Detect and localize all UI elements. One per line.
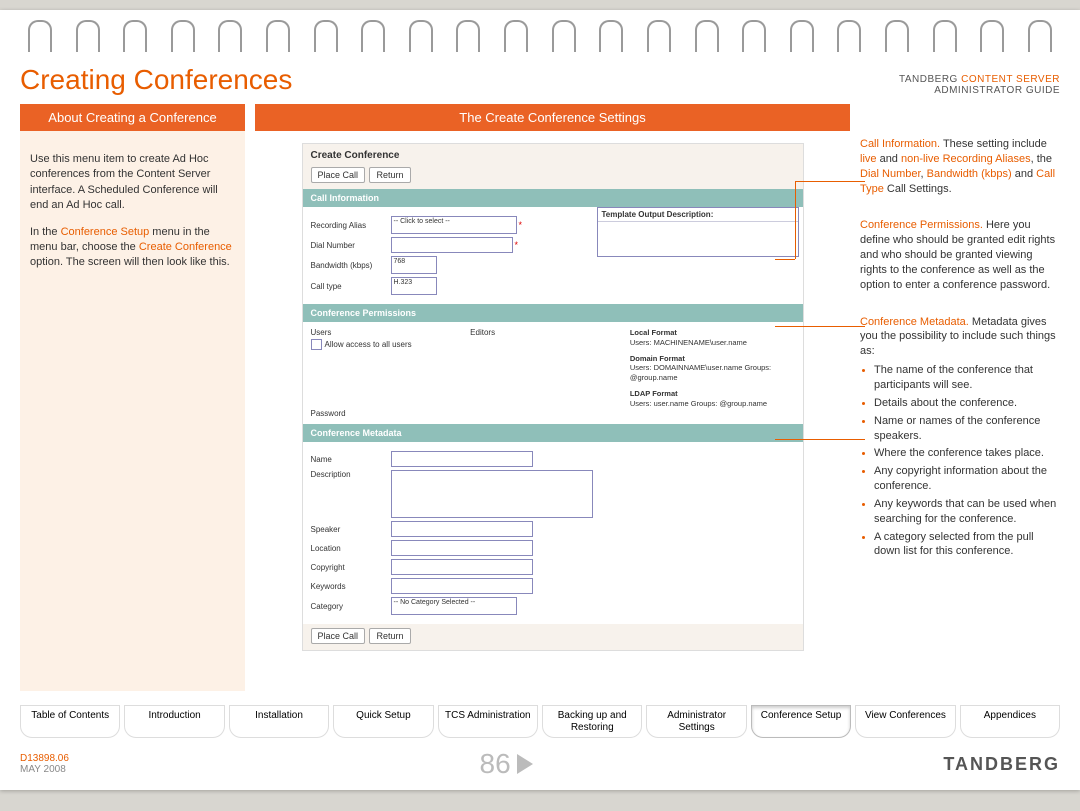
content-columns: About Creating a Conference Use this men… [20, 104, 1060, 691]
section-call-information: Call Information [303, 189, 803, 207]
callout-line [775, 259, 795, 260]
tab-admin-settings[interactable]: Administrator Settings [646, 705, 746, 738]
page: Creating Conferences TANDBERG CONTENT SE… [0, 10, 1080, 790]
button-row-top: Place Call Return [303, 163, 803, 189]
footer: D13898.06 MAY 2008 86 TANDBERG [20, 748, 1060, 780]
tab-quick-setup[interactable]: Quick Setup [333, 705, 433, 738]
screenshot: Create Conference Place Call Return Call… [302, 143, 804, 651]
callout-line [795, 181, 796, 259]
required-star-icon: * [519, 220, 523, 230]
place-call-button[interactable]: Place Call [311, 167, 366, 183]
bandwidth-select[interactable]: 768 [391, 256, 437, 274]
tab-installation[interactable]: Installation [229, 705, 329, 738]
return-button[interactable]: Return [369, 167, 410, 183]
list-item: Details about the conference. [874, 396, 1060, 411]
right-body: Call Information. These setting include … [860, 131, 1060, 559]
metadata-body: Name Description Speaker Location Copyri… [303, 442, 803, 624]
page-title: Creating Conferences [20, 64, 292, 96]
button-row-bottom: Place Call Return [303, 624, 803, 650]
brand-small: TANDBERG [899, 74, 958, 85]
section-conference-metadata: Conference Metadata [303, 424, 803, 442]
brand-accent: CONTENT SERVER [961, 74, 1060, 85]
return-button-bottom[interactable]: Return [369, 628, 410, 644]
center-column: The Create Conference Settings Create Co… [255, 104, 850, 691]
doc-info: D13898.06 MAY 2008 [20, 753, 69, 775]
left-heading: About Creating a Conference [20, 104, 245, 131]
tab-conference-setup[interactable]: Conference Setup [751, 705, 851, 738]
meta-category-select[interactable]: -- No Category Selected -- [391, 597, 517, 615]
header: Creating Conferences TANDBERG CONTENT SE… [20, 64, 1060, 96]
meta-copyright-input[interactable] [391, 559, 533, 575]
perm-users-col: Users Allow access to all users Password [311, 328, 461, 418]
spiral-binding [20, 20, 1060, 60]
list-item: The name of the conference that particip… [874, 363, 1060, 393]
right-column: . Call Information. These setting includ… [860, 104, 1060, 691]
checkbox-icon [311, 339, 322, 350]
meta-desc-input[interactable] [391, 470, 593, 518]
left-column: About Creating a Conference Use this men… [20, 104, 245, 691]
dial-number-input[interactable] [391, 237, 513, 253]
meta-keywords-input[interactable] [391, 578, 533, 594]
tab-introduction[interactable]: Introduction [124, 705, 224, 738]
next-arrow-icon[interactable] [517, 754, 533, 774]
calltype-select[interactable]: H.323 [391, 277, 437, 295]
permissions-body: Users Allow access to all users Password [303, 322, 803, 424]
allow-access-checkbox[interactable]: Allow access to all users [311, 339, 461, 350]
center-heading: The Create Conference Settings [255, 104, 850, 131]
guide-label: ADMINISTRATOR GUIDE [934, 85, 1060, 96]
tab-tcs-admin[interactable]: TCS Administration [438, 705, 538, 738]
nav-tabs: Table of Contents Introduction Installat… [20, 705, 1060, 738]
field-bandwidth: Bandwidth (kbps) 768 [311, 256, 795, 274]
page-number: 86 [480, 748, 533, 780]
tab-backup-restore[interactable]: Backing up and Restoring [542, 705, 642, 738]
list-item: Name or names of the conference speakers… [874, 414, 1060, 444]
list-item: Any keywords that can be used when searc… [874, 497, 1060, 527]
annot-conference-metadata: Conference Metadata. Metadata gives you … [860, 315, 1060, 560]
perm-editors-col: Editors [470, 328, 620, 418]
meta-speaker-input[interactable] [391, 521, 533, 537]
list-item: Any copyright information about the conf… [874, 464, 1060, 494]
list-item: A category selected from the pull down l… [874, 530, 1060, 560]
required-star-icon: * [515, 240, 519, 250]
left-p2: In the Conference Setup menu in the menu… [30, 225, 235, 271]
password-input[interactable] [348, 404, 428, 416]
users-list[interactable] [311, 354, 441, 396]
template-output-box: Template Output Description: [597, 207, 799, 257]
callout-line [795, 326, 865, 327]
meta-location-input[interactable] [391, 540, 533, 556]
top-right: TANDBERG CONTENT SERVER ADMINISTRATOR GU… [899, 74, 1060, 96]
list-item: Where the conference takes place. [874, 446, 1060, 461]
place-call-button-bottom[interactable]: Place Call [311, 628, 366, 644]
brand-logo: TANDBERG [943, 754, 1060, 775]
meta-name-input[interactable] [391, 451, 533, 467]
recording-alias-select[interactable]: -- Click to select -- [391, 216, 517, 234]
left-p1: Use this menu item to create Ad Hoc conf… [30, 152, 235, 214]
annot-conference-permissions: Conference Permissions. Here you define … [860, 218, 1060, 292]
tab-toc[interactable]: Table of Contents [20, 705, 120, 738]
annot-call-information: Call Information. These setting include … [860, 137, 1060, 196]
shot-title: Create Conference [303, 144, 803, 163]
callout-line [775, 439, 795, 440]
editors-list[interactable] [470, 339, 600, 395]
callout-line [775, 326, 795, 327]
callout-line [795, 181, 865, 182]
section-conference-permissions: Conference Permissions [303, 304, 803, 322]
call-info-body: Recording Alias -- Click to select -- * … [303, 207, 803, 304]
doc-number: D13898.06 [20, 753, 69, 764]
callout-line [795, 439, 865, 440]
center-body: Create Conference Place Call Return Call… [255, 131, 850, 663]
tab-view-conferences[interactable]: View Conferences [855, 705, 955, 738]
perm-formats: Local Format Users: MACHINENAME\user.nam… [630, 328, 795, 418]
metadata-list: The name of the conference that particip… [874, 363, 1060, 559]
field-password: Password [311, 404, 461, 418]
doc-date: MAY 2008 [20, 764, 66, 775]
left-body: Use this menu item to create Ad Hoc conf… [20, 131, 245, 691]
tab-appendices[interactable]: Appendices [960, 705, 1060, 738]
field-calltype: Call type H.323 [311, 277, 795, 295]
